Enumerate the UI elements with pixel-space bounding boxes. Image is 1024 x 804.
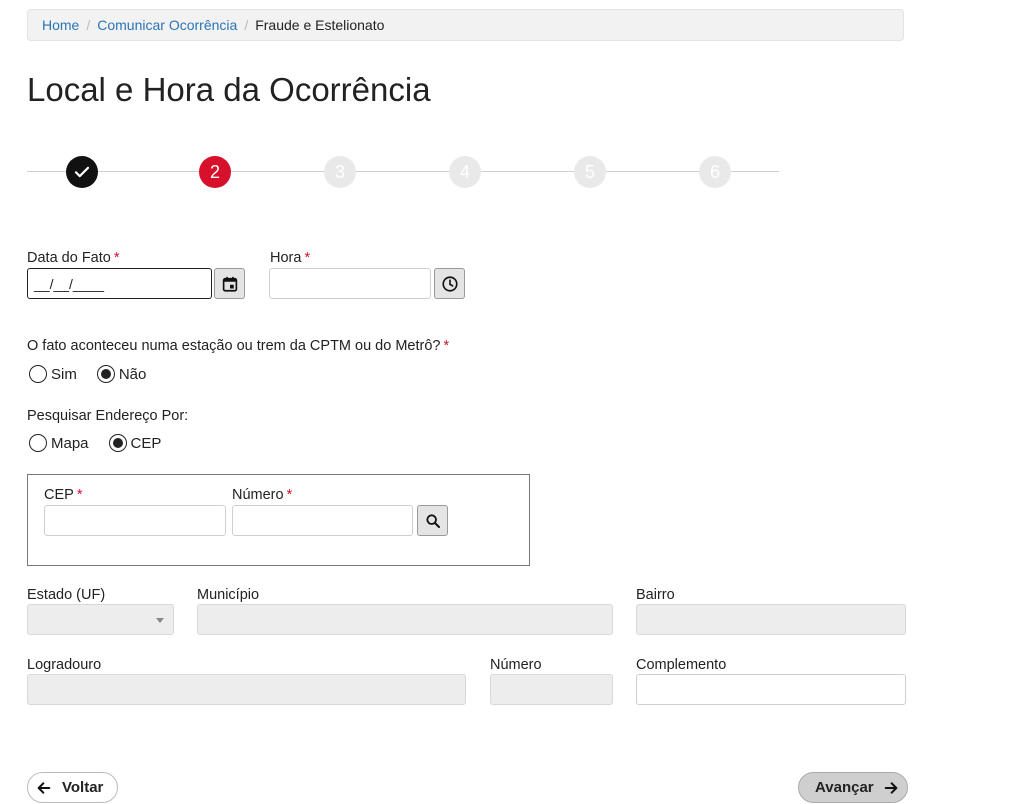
arrow-right-icon [884, 781, 897, 794]
logradouro-input[interactable] [27, 674, 466, 705]
cptm-question: O fato aconteceu numa estação ou trem da… [27, 338, 449, 354]
estado-label: Estado (UF) [27, 587, 106, 603]
required-marker: * [443, 338, 450, 354]
breadcrumb-home-link[interactable]: Home [42, 17, 79, 33]
radio-sim[interactable] [29, 365, 47, 383]
step-3: 3 [324, 156, 356, 188]
breadcrumb-comunicar-link[interactable]: Comunicar Ocorrência [97, 17, 237, 33]
breadcrumb-current: Fraude e Estelionato [255, 17, 385, 33]
radio-cep[interactable] [108, 434, 127, 452]
step-2-active: 2 [199, 156, 231, 188]
cep-label-text: CEP [44, 487, 74, 503]
voltar-label: Voltar [62, 779, 104, 796]
clock-icon [441, 275, 458, 292]
step-5: 5 [574, 156, 606, 188]
step-1-complete [66, 156, 98, 188]
pesquisar-option-mapa[interactable]: Mapa [29, 434, 89, 452]
municipio-input[interactable] [197, 604, 613, 635]
avancar-button[interactable]: Avançar [798, 772, 908, 803]
estado-select[interactable] [27, 604, 174, 635]
numero-label: Número [490, 657, 542, 673]
chevron-down-icon [156, 618, 164, 623]
municipio-label: Município [197, 587, 260, 603]
arrow-left-icon [37, 781, 51, 794]
numero-cep-label: Número * [232, 487, 292, 503]
logradouro-label: Logradouro [27, 657, 102, 673]
complemento-label: Complemento [636, 657, 727, 673]
cep-input[interactable] [44, 505, 226, 536]
calendar-icon [222, 276, 237, 292]
page-title: Local e Hora da Ocorrência [27, 71, 431, 108]
pesquisar-option-cep[interactable]: CEP [108, 434, 162, 452]
data-fato-input[interactable]: __/__/____ [27, 268, 212, 299]
radio-cep-label: CEP [130, 434, 162, 452]
data-fato-label-text: Data do Fato [27, 250, 111, 266]
search-cep-button[interactable] [417, 505, 448, 536]
calendar-button[interactable] [214, 268, 245, 299]
radio-nao-label: Não [118, 365, 147, 383]
search-icon [425, 513, 440, 528]
bairro-input[interactable] [636, 604, 906, 635]
radio-mapa[interactable] [29, 434, 47, 452]
breadcrumb-separator: / [86, 17, 91, 33]
check-icon [74, 166, 90, 178]
cptm-option-sim[interactable]: Sim [29, 365, 77, 383]
required-marker: * [286, 487, 293, 503]
pesquisar-label: Pesquisar Endereço Por: [27, 408, 189, 424]
bairro-label: Bairro [636, 587, 675, 603]
numero-cep-label-text: Número [232, 487, 284, 503]
pesquisar-radio-group: Mapa CEP [29, 434, 181, 452]
breadcrumb: Home / Comunicar Ocorrência / Fraude e E… [27, 9, 904, 41]
step-6: 6 [699, 156, 731, 188]
cptm-option-nao[interactable]: Não [96, 365, 147, 383]
required-marker: * [113, 250, 120, 266]
hora-label-text: Hora [270, 250, 302, 266]
hora-label: Hora * [270, 250, 310, 266]
complemento-input[interactable] [636, 674, 906, 705]
numero-cep-input[interactable] [232, 505, 413, 536]
radio-sim-label: Sim [51, 365, 77, 383]
avancar-label: Avançar [815, 779, 874, 796]
data-fato-label: Data do Fato * [27, 250, 119, 266]
numero-input[interactable] [490, 674, 613, 705]
hora-input[interactable] [269, 268, 431, 299]
radio-nao[interactable] [96, 365, 115, 383]
cep-label: CEP * [44, 487, 82, 503]
step-4: 4 [449, 156, 481, 188]
breadcrumb-separator: / [244, 17, 249, 33]
cptm-question-text: O fato aconteceu numa estação ou trem da… [27, 338, 441, 354]
stepper-line [27, 171, 779, 172]
voltar-button[interactable]: Voltar [27, 772, 119, 803]
cptm-radio-group: Sim Não [29, 365, 166, 383]
radio-mapa-label: Mapa [51, 434, 89, 452]
required-marker: * [304, 250, 311, 266]
required-marker: * [76, 487, 83, 503]
clock-button[interactable] [434, 268, 465, 299]
